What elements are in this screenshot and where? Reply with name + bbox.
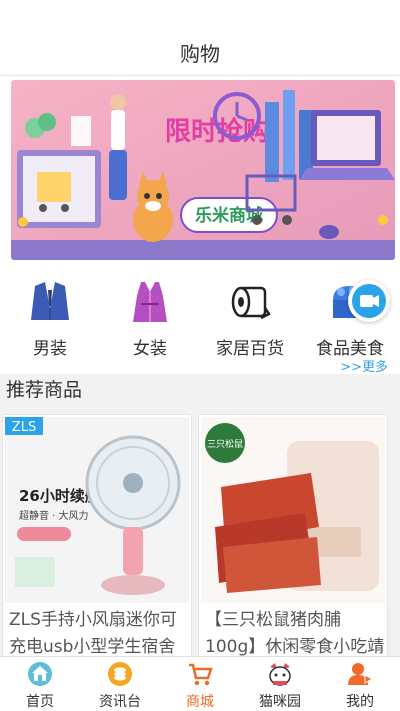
brand-tag: 三只松鼠 [207,438,243,450]
floating-camera-button[interactable] [348,280,390,322]
dress-icon [127,278,173,324]
product-subtitle: 超静音 · 大风力 [19,509,89,522]
category-womenswear[interactable]: 女装 [110,278,190,359]
suit-icon [27,278,73,324]
banner-shop-name: 乐米商城 [195,205,263,226]
page-title: 购物 [180,42,220,66]
category-menswear[interactable]: 男装 [10,278,90,359]
more-link[interactable]: >>更多 [340,356,388,375]
category-household[interactable]: 家居百货 [210,278,290,359]
tab-label: 我的 [346,694,374,710]
camera-icon [352,284,386,318]
bottom-tab-bar: 首页 资讯台 商城 猫咪园 我的 [0,656,400,711]
cart-icon [187,661,213,687]
recommended-section-title: 推荐商品 [0,376,400,406]
tab-profile[interactable]: 我的 [320,661,400,711]
coin-icon [107,661,133,687]
promo-banner[interactable]: 限时抢购 乐米商城 [11,80,395,260]
top-header: 购物 [0,0,400,76]
product-card[interactable]: 三只松鼠 【三只松鼠猪肉脯100g】休闲零食小吃靖江 [198,414,388,656]
banner-illustration: 限时抢购 乐米商城 [11,80,395,260]
tab-news[interactable]: 资讯台 [80,661,160,711]
tab-label: 商城 [186,694,214,710]
tab-cat-garden[interactable]: 猫咪园 [240,661,320,711]
user-icon [347,661,374,687]
category-label: 家居百货 [216,339,284,359]
cat-icon [267,661,293,687]
tissue-roll-icon [227,278,273,324]
home-icon [27,661,53,687]
product-card[interactable]: ZLS 26小时续航 超静音 · 大风力 ZLS手持小风扇迷你可充电usb小型学… [2,414,192,656]
banner-section: 限时抢购 乐米商城 [0,76,400,266]
category-grid: 男装 女装 家居百货 食品美食 >>更多 [0,266,400,375]
category-label: 女装 [133,339,167,359]
product-name: 【三只松鼠猪肉脯100g】休闲零食小吃靖江 [205,610,385,656]
product-image: 三只松鼠 [201,417,385,603]
tab-home[interactable]: 首页 [0,661,80,711]
product-name: ZLS手持小风扇迷你可充电usb小型学生宿舍 [9,610,177,656]
product-list: ZLS 26小时续航 超静音 · 大风力 ZLS手持小风扇迷你可充电usb小型学… [0,406,400,656]
brand-tag: ZLS [12,420,36,435]
product-image: ZLS 26小时续航 超静音 · 大风力 [5,417,189,603]
tab-label: 首页 [26,694,54,710]
category-label: 男装 [33,339,67,359]
tab-label: 猫咪园 [259,694,301,710]
tab-label: 资讯台 [99,694,141,710]
tab-mall[interactable]: 商城 [160,661,240,711]
